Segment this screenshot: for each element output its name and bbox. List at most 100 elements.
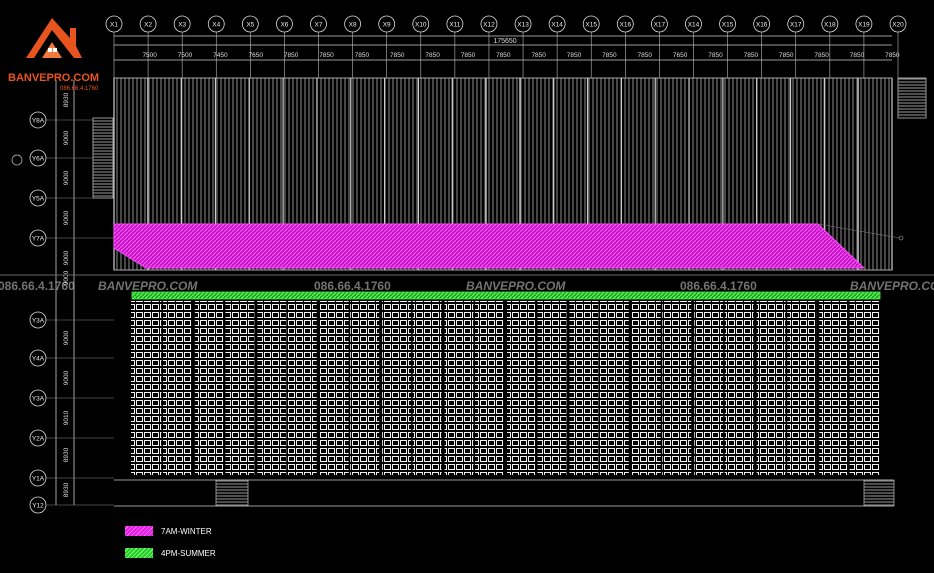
logo-brand-text: BANVEPRO.COM (8, 72, 100, 84)
span-label: 7850 (779, 52, 794, 59)
panel-column-gap (254, 301, 258, 475)
grid-x-label: X6 (280, 22, 288, 29)
panel-column-gap (535, 301, 538, 475)
watermark-brand-2: BANVEPRO.COM (466, 279, 566, 293)
watermark-brand-1: BANVEPRO.COM (98, 279, 198, 293)
y-dimension-label: 8930 (63, 482, 70, 497)
grid-y-label: Y7A (32, 236, 45, 243)
legend-swatch-winter (125, 526, 153, 536)
grid-y-label: Y8A (32, 118, 45, 125)
bottom-structure (114, 479, 895, 507)
grid-x-label: X4 (212, 22, 220, 29)
panel-column-gap (628, 301, 632, 475)
grid-x-label: X5 (246, 22, 254, 29)
grid-x-label: X8 (349, 22, 357, 29)
grid-x-label: X18 (824, 22, 836, 29)
panel-column-gap (848, 301, 850, 475)
grid-x-label: X7 (315, 22, 323, 29)
grid-x-label: X19 (858, 22, 870, 29)
grid-y-label: Y1A (32, 476, 45, 483)
span-label: 7850 (461, 52, 476, 59)
y-dimension-label: 9000 (63, 170, 70, 185)
summer-shadow-band (131, 291, 881, 300)
grid-x-label: X17 (654, 22, 666, 29)
panel-column-gap (473, 301, 476, 475)
span-label: 7850 (885, 52, 900, 59)
span-label: 7850 (390, 52, 405, 59)
grid-x-label: X14 (688, 22, 700, 29)
span-label: 7850 (744, 52, 759, 59)
grid-y-label: Y5A (32, 196, 45, 203)
grid-y-label: Y6A (32, 156, 45, 163)
panel-column-gap (191, 301, 195, 475)
panel-column-gap (223, 301, 226, 475)
panel-column-gap (504, 301, 507, 475)
grid-x-bubbles: X1 X2 X3 X4 X5 X6 X7 X8 X9 X10 X11 X12 X13 X14 X15 X16 X… (105, 15, 907, 78)
logo-phone-text: 086.66.4.1760 (60, 86, 99, 92)
span-label: 7850 (567, 52, 582, 59)
grid-x-label: X15 (585, 22, 597, 29)
panel-column-gap (411, 301, 413, 475)
grid-x-label: X1 (110, 22, 118, 29)
watermark-brand-3: BANVEPRO.COM (850, 279, 934, 293)
span-label: 7850 (319, 52, 334, 59)
grid-x-label: X9 (383, 22, 391, 29)
panel-column-gap (691, 301, 695, 475)
panel-column-gap (598, 301, 600, 475)
span-label: 7850 (638, 52, 653, 59)
span-label: 7850 (708, 52, 723, 59)
panel-column-gap (660, 301, 663, 475)
y-dimension-label: 9010 (63, 410, 70, 425)
watermark-phone-1: 086.66.4.1760 (314, 279, 391, 293)
panel-column-gap (441, 301, 445, 475)
left-vent (92, 117, 114, 199)
cad-drawing-canvas: X1 X2 X3 X4 X5 X6 X7 X8 X9 X10 X11 X12 X13 X14 X15 X16 X… (0, 15, 934, 514)
grid-x-label: X10 (415, 22, 427, 29)
grid-y-label: Y12 (32, 503, 44, 510)
span-label: 7850 (284, 52, 299, 59)
span-dimension-labels: 7500 7500 7450 7650 7850 7850 7850 7850 7850 7850… (142, 52, 899, 59)
y-dimension-label: 9000 (63, 370, 70, 385)
span-label: 7850 (425, 52, 440, 59)
panel-column-gap (723, 301, 725, 475)
panel-column-gap (286, 301, 288, 475)
span-label: 7850 (531, 52, 546, 59)
grid-x-label: X20 (892, 22, 904, 29)
panel-column-gap (785, 301, 788, 475)
legend-swatch-summer (125, 548, 153, 558)
grid-x-label: X2 (144, 22, 152, 29)
y-dimension-label: 9000 (63, 250, 70, 265)
winter-shadow-band (113, 223, 866, 269)
y-dimension-labels: 8930900090009000900090009000900090108930… (63, 92, 70, 497)
grid-y-label: Y2A (32, 436, 45, 443)
grid-y-label: Y3A (32, 318, 45, 325)
span-label: 7850 (602, 52, 617, 59)
panel-column-gap (348, 301, 351, 475)
grid-x-label: X16 (756, 22, 768, 29)
grid-x-label: X12 (483, 22, 495, 29)
panel-column-gap (379, 301, 383, 475)
legend: 7AM-WINTER 4PM-SUMMER (125, 524, 216, 568)
grid-x-label: X11 (449, 22, 460, 29)
grid-x-label: X16 (620, 22, 632, 29)
grid-x-label: X13 (517, 22, 529, 29)
y-dimension-label: 9000 (63, 330, 70, 345)
grid-x-label: X15 (722, 22, 734, 29)
total-span-label: 175650 (493, 38, 516, 45)
y-dimension-label: 9000 (63, 210, 70, 225)
legend-label-summer: 4PM-SUMMER (161, 548, 216, 558)
panel-column-gap (161, 301, 163, 475)
panel-column-gap (566, 301, 570, 475)
legend-item-winter: 7AM-WINTER (125, 524, 216, 538)
right-vent (897, 77, 927, 119)
watermark-phone-left: 086.66.4.1760 (0, 279, 75, 293)
span-label: 7850 (850, 52, 865, 59)
span-label: 7500 (142, 52, 157, 59)
grid-x-label: X3 (178, 22, 186, 29)
span-label: 7450 (213, 52, 228, 59)
grid-y-label: Y3A (32, 396, 45, 403)
span-label: 7650 (249, 52, 264, 59)
watermark-row: 086.66.4.1760 BANVEPRO.COM 086.66.4.1760… (0, 279, 934, 293)
span-label: 7850 (355, 52, 370, 59)
y-dimension-label: 8930 (63, 447, 70, 462)
